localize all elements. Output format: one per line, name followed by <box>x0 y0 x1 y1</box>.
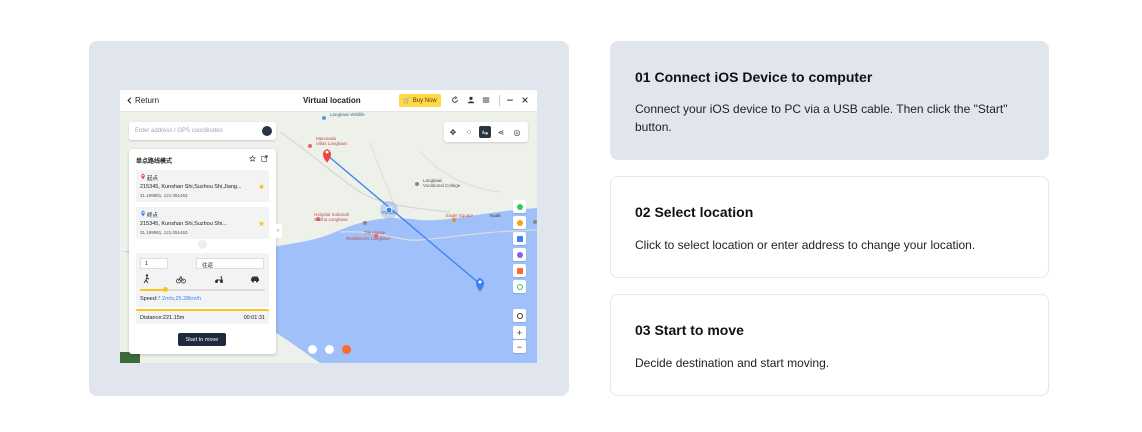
route-panel: 单点路线模式 起点 215345, Kunshan Shi,Suzhou Shi… <box>129 149 276 354</box>
return-button[interactable]: Return <box>126 96 159 105</box>
multi-spot-icon[interactable]: ⁘ <box>463 126 475 138</box>
app-title: Virtual location <box>303 96 361 105</box>
go-arrow-icon[interactable] <box>262 126 272 136</box>
star-icon[interactable] <box>258 220 265 227</box>
route-mode-value: 往返 <box>202 263 214 269</box>
car-icon[interactable] <box>250 274 260 284</box>
favorites-icon[interactable] <box>513 216 526 229</box>
zoom-out-icon[interactable]: − <box>513 340 526 353</box>
map-label-kuah: Kuah <box>490 213 501 218</box>
end-point-address: 215345, Kunshan Shi,Suzhou Shi... <box>140 221 227 227</box>
route-settings: 1 往返 Speed:7.2m/s,25.28km/h <box>136 253 269 307</box>
user-icon[interactable] <box>467 96 475 104</box>
carousel-dot-2[interactable] <box>325 345 334 354</box>
return-label: Return <box>135 96 160 105</box>
share-icon[interactable]: ⋖ <box>495 126 507 138</box>
star-icon[interactable] <box>258 183 265 190</box>
menu-icon[interactable] <box>482 96 490 104</box>
close-icon[interactable] <box>521 96 529 104</box>
step-2-title: 02 Select location <box>635 204 754 220</box>
cooldown-icon[interactable] <box>513 280 526 293</box>
speed-label: Speed: <box>140 296 158 302</box>
end-point-label: 终点 <box>147 213 159 219</box>
step-2-description: Click to select location or enter addres… <box>635 238 976 252</box>
chevron-down-icon[interactable] <box>198 240 207 249</box>
end-pin-icon <box>141 210 145 217</box>
start-pin <box>323 148 331 163</box>
refresh-icon[interactable] <box>451 96 459 104</box>
map-label-villas: Villas Langkawi <box>316 141 347 146</box>
import-gpx-icon[interactable] <box>513 264 526 277</box>
start-point-label: 起点 <box>147 176 159 182</box>
step-1-description: Connect your iOS device to PC via a USB … <box>635 102 1008 134</box>
favorite-outline-icon[interactable] <box>249 155 256 162</box>
end-point-coords: 31.199881, 121.051463 <box>140 230 188 235</box>
app-screenshot: Langkawi Wildlife Marcanda Villas Langka… <box>120 90 537 363</box>
step-1-title: 01 Connect iOS Device to computer <box>635 69 873 85</box>
route-mode-icon[interactable]: ⇋ <box>479 126 491 138</box>
step-3-description: Decide destination and start moving. <box>635 356 830 370</box>
buy-now-button[interactable]: 🛒 Buy Now <box>399 94 441 107</box>
start-to-move-button[interactable]: Start to move <box>178 333 226 346</box>
cart-icon: 🛒 <box>403 98 411 104</box>
end-point-card[interactable]: 终点 215345, Kunshan Shi,Suzhou Shi... 31.… <box>136 207 269 239</box>
step-card-3[interactable]: 03 Start to move Decide destination and … <box>610 294 1049 396</box>
step-card-2[interactable]: 02 Select location Click to select locat… <box>610 176 1049 278</box>
map-label-tile-house: Tile House <box>364 230 386 235</box>
route-duration: 00:01:31 <box>243 315 265 321</box>
carousel-dot-3-active[interactable] <box>342 345 351 354</box>
history-icon[interactable] <box>513 248 526 261</box>
address-search-input[interactable]: Enter address / GPS coordinates <box>129 122 276 140</box>
route-mode-select[interactable]: 往返 <box>196 258 264 269</box>
map-mode-toolbar: ✥ ⁘ ⇋ ⋖ ◎ <box>444 122 528 142</box>
route-distance: Distance:221.15m <box>140 315 185 321</box>
step-3-title: 03 Start to move <box>635 322 744 338</box>
repeat-count-stepper[interactable]: 1 <box>140 258 168 269</box>
device-icon[interactable] <box>513 232 526 245</box>
move-icon[interactable]: ✥ <box>447 126 459 138</box>
start-point-address: 215345, Kunshan Shi,Suzhou Shi,Jiang... <box>140 184 242 190</box>
chevron-left-icon <box>127 97 132 104</box>
speed-value: 7.2m/s,25.28km/h <box>157 296 202 302</box>
walk-icon[interactable] <box>142 274 152 284</box>
titlebar-divider <box>499 95 500 106</box>
map-label-residences: Residences Langkawi <box>346 236 390 241</box>
zoom-in-icon[interactable]: + <box>513 326 526 339</box>
map-label-maliha: Maliha Langkawi <box>314 217 348 222</box>
carousel-dots <box>308 345 358 355</box>
speed-slider-handle[interactable] <box>163 287 168 292</box>
start-point-card[interactable]: 起点 215345, Kunshan Shi,Suzhou Shi,Jiang.… <box>136 170 269 202</box>
map-label-eagle: Eagle Square <box>446 213 474 218</box>
collapse-panel-icon[interactable]: ‹ <box>274 224 282 238</box>
bicycle-icon[interactable] <box>176 274 186 284</box>
end-pin <box>476 277 484 292</box>
search-placeholder: Enter address / GPS coordinates <box>135 128 223 134</box>
speed-readout: Speed:7.2m/s,25.28km/h <box>140 296 201 302</box>
page: Langkawi Wildlife Marcanda Villas Langka… <box>0 0 1142 432</box>
step-card-1[interactable]: 01 Connect iOS Device to computer Connec… <box>610 41 1049 160</box>
export-icon[interactable] <box>261 155 268 162</box>
location-pin-icon[interactable] <box>513 200 526 213</box>
route-summary: Distance:221.15m 00:01:31 <box>136 309 269 324</box>
start-pin-icon <box>141 173 145 180</box>
joystick-icon[interactable]: ◎ <box>511 126 523 138</box>
scooter-icon[interactable] <box>214 274 224 284</box>
buy-now-label: Buy Now <box>412 97 437 104</box>
repeat-count-value: 1 <box>145 261 149 267</box>
map-label-vocational: Vocational College <box>423 183 461 188</box>
route-panel-title: 单点路线模式 <box>136 159 173 165</box>
app-titlebar: Return Virtual location 🛒 Buy Now <box>120 90 537 112</box>
map-label-pantai: Pantai <box>382 210 395 215</box>
minimize-icon[interactable] <box>506 96 514 104</box>
carousel-dot-1[interactable] <box>308 345 317 354</box>
screenshot-preview-panel: Langkawi Wildlife Marcanda Villas Langka… <box>89 41 569 396</box>
locate-me-icon[interactable] <box>513 309 526 322</box>
start-point-coords: 31.199881, 121.051463 <box>140 193 188 198</box>
map-label-wildlife: Langkawi Wildlife <box>330 112 365 117</box>
